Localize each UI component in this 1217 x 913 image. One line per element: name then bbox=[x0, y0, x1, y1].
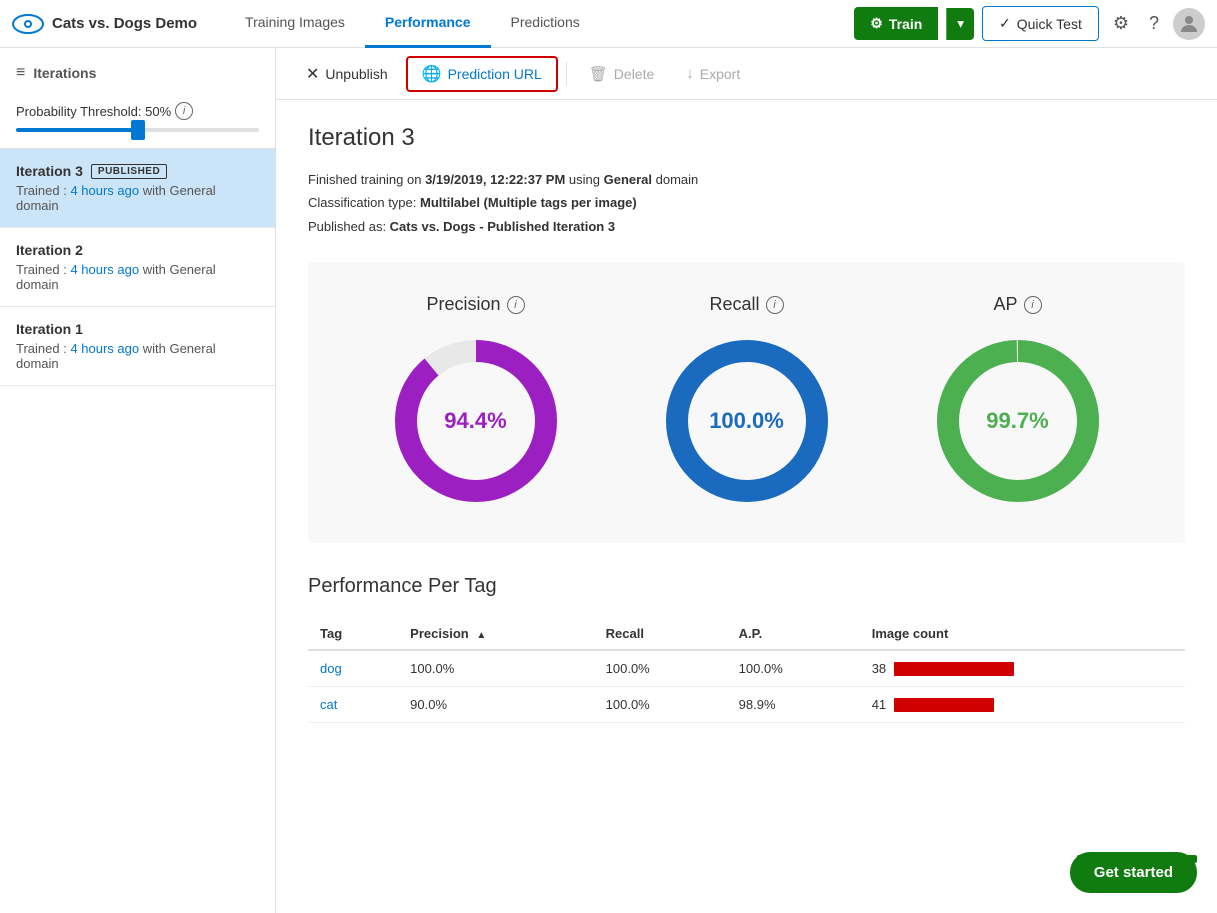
recall-info-icon[interactable]: i bbox=[766, 296, 784, 314]
iteration-item-3[interactable]: Iteration 3 PUBLISHED Trained : 4 hours … bbox=[0, 149, 275, 228]
export-button[interactable]: ↓ Export bbox=[672, 59, 754, 88]
precision-metric: Precision i 94.4% bbox=[386, 294, 566, 511]
unpublish-button[interactable]: ✕ Unpublish bbox=[292, 58, 402, 90]
threshold-slider-thumb[interactable] bbox=[131, 120, 145, 140]
ap-info-icon[interactable]: i bbox=[1024, 296, 1042, 314]
iteration-1-time-link[interactable]: 4 hours ago bbox=[70, 341, 139, 356]
recall-value: 100.0% bbox=[709, 408, 784, 434]
precision-info-icon[interactable]: i bbox=[507, 296, 525, 314]
tab-training-images[interactable]: Training Images bbox=[225, 0, 365, 48]
dog-bar bbox=[894, 662, 1014, 676]
iteration-item-2[interactable]: Iteration 2 Trained : 4 hours ago with G… bbox=[0, 228, 275, 307]
dog-ap: 100.0% bbox=[727, 650, 860, 687]
performance-table: Tag Precision ▲ Recall A.P. Image count … bbox=[308, 618, 1185, 723]
threshold-section: Probability Threshold: 50% i bbox=[0, 94, 275, 149]
iteration-3-meta: Trained : 4 hours ago with General domai… bbox=[16, 183, 259, 213]
iteration-2-meta: Trained : 4 hours ago with General domai… bbox=[16, 262, 259, 292]
export-icon: ↓ bbox=[686, 65, 694, 82]
prediction-url-button[interactable]: 🌐 Prediction URL bbox=[406, 56, 558, 92]
app-header: Cats vs. Dogs Demo Training Images Perfo… bbox=[0, 0, 1217, 48]
iteration-2-name: Iteration 2 bbox=[16, 242, 259, 258]
precision-label: Precision i bbox=[426, 294, 524, 315]
checkmark-icon: ✓ bbox=[999, 15, 1011, 32]
iteration-3-name: Iteration 3 PUBLISHED bbox=[16, 163, 259, 179]
trash-icon: 🗑 bbox=[589, 65, 608, 83]
iteration-item-1[interactable]: Iteration 1 Trained : 4 hours ago with G… bbox=[0, 307, 275, 386]
main-layout: ≡ Iterations Probability Threshold: 50% … bbox=[0, 48, 1217, 913]
precision-donut: 94.4% bbox=[386, 331, 566, 511]
train-button[interactable]: ⚙ Train bbox=[854, 7, 938, 40]
content-body: Iteration 3 Finished training on 3/19/20… bbox=[276, 100, 1217, 747]
dog-precision: 100.0% bbox=[398, 650, 593, 687]
cat-recall: 100.0% bbox=[594, 687, 727, 723]
table-row: cat 90.0% 100.0% 98.9% 41 bbox=[308, 687, 1185, 723]
iteration-2-time-link[interactable]: 4 hours ago bbox=[70, 262, 139, 277]
table-row: dog 100.0% 100.0% 100.0% 38 bbox=[308, 650, 1185, 687]
content-toolbar: ✕ Unpublish 🌐 Prediction URL 🗑 Delete ↓ … bbox=[276, 48, 1217, 100]
table-header-row: Tag Precision ▲ Recall A.P. Image count bbox=[308, 618, 1185, 650]
cat-count: 41 bbox=[860, 687, 1185, 723]
tab-performance[interactable]: Performance bbox=[365, 0, 491, 48]
col-header-tag[interactable]: Tag bbox=[308, 618, 398, 650]
train-dropdown-button[interactable]: ▾ bbox=[946, 8, 974, 40]
ap-donut: 99.7% bbox=[928, 331, 1108, 511]
col-header-ap[interactable]: A.P. bbox=[727, 618, 860, 650]
info-line-1: Finished training on 3/19/2019, 12:22:37… bbox=[308, 168, 1185, 191]
nav-tabs: Training Images Performance Predictions bbox=[225, 0, 846, 48]
iteration-title: Iteration 3 bbox=[308, 124, 1185, 152]
iteration-info: Finished training on 3/19/2019, 12:22:37… bbox=[308, 168, 1185, 238]
dog-recall: 100.0% bbox=[594, 650, 727, 687]
gear-icon: ⚙ bbox=[870, 15, 883, 32]
settings-icon-button[interactable]: ⚙ bbox=[1107, 7, 1135, 40]
get-started-button[interactable]: Get started bbox=[1070, 852, 1197, 893]
cat-precision: 90.0% bbox=[398, 687, 593, 723]
avatar[interactable] bbox=[1173, 8, 1205, 40]
help-icon-button[interactable]: ? bbox=[1143, 7, 1165, 40]
ap-value: 99.7% bbox=[986, 408, 1048, 434]
published-badge: PUBLISHED bbox=[91, 164, 167, 179]
threshold-slider-track bbox=[16, 128, 259, 132]
content-area: ✕ Unpublish 🌐 Prediction URL 🗑 Delete ↓ … bbox=[276, 48, 1217, 913]
recall-donut: 100.0% bbox=[657, 331, 837, 511]
col-header-image-count[interactable]: Image count bbox=[860, 618, 1185, 650]
threshold-label: Probability Threshold: 50% i bbox=[16, 102, 259, 120]
metrics-card: Precision i 94.4% Recall bbox=[308, 262, 1185, 543]
x-icon: ✕ bbox=[306, 64, 319, 84]
info-line-3: Published as: Cats vs. Dogs - Published … bbox=[308, 215, 1185, 238]
header-actions: ⚙ Train ▾ ✓ Quick Test ⚙ ? bbox=[854, 6, 1205, 41]
col-header-precision[interactable]: Precision ▲ bbox=[398, 618, 593, 650]
info-line-2: Classification type: Multilabel (Multipl… bbox=[308, 191, 1185, 214]
layers-icon: ≡ bbox=[16, 64, 25, 82]
app-logo bbox=[12, 8, 44, 40]
ap-label: AP i bbox=[993, 294, 1041, 315]
iteration-1-name: Iteration 1 bbox=[16, 321, 259, 337]
cat-bar bbox=[894, 698, 994, 712]
cat-ap: 98.9% bbox=[727, 687, 860, 723]
sort-icon: ▲ bbox=[476, 630, 486, 641]
sidebar-header: ≡ Iterations bbox=[0, 64, 275, 94]
recall-label: Recall i bbox=[709, 294, 783, 315]
toolbar-divider bbox=[566, 62, 567, 86]
tab-predictions[interactable]: Predictions bbox=[491, 0, 600, 48]
tag-cat[interactable]: cat bbox=[308, 687, 398, 723]
quick-test-button[interactable]: ✓ Quick Test bbox=[982, 6, 1099, 41]
sidebar: ≡ Iterations Probability Threshold: 50% … bbox=[0, 48, 276, 913]
delete-button[interactable]: 🗑 Delete bbox=[575, 59, 669, 89]
recall-metric: Recall i 100.0% bbox=[657, 294, 837, 511]
ap-metric: AP i 99.7% bbox=[928, 294, 1108, 511]
globe-icon: 🌐 bbox=[422, 64, 442, 84]
precision-value: 94.4% bbox=[444, 408, 506, 434]
col-header-recall[interactable]: Recall bbox=[594, 618, 727, 650]
tag-dog[interactable]: dog bbox=[308, 650, 398, 687]
app-title: Cats vs. Dogs Demo bbox=[52, 15, 197, 32]
dog-count: 38 bbox=[860, 650, 1185, 687]
threshold-slider-fill bbox=[16, 128, 138, 132]
performance-per-tag-title: Performance Per Tag bbox=[308, 575, 1185, 598]
iteration-3-time-link[interactable]: 4 hours ago bbox=[70, 183, 139, 198]
threshold-info-icon[interactable]: i bbox=[175, 102, 193, 120]
iteration-1-meta: Trained : 4 hours ago with General domai… bbox=[16, 341, 259, 371]
